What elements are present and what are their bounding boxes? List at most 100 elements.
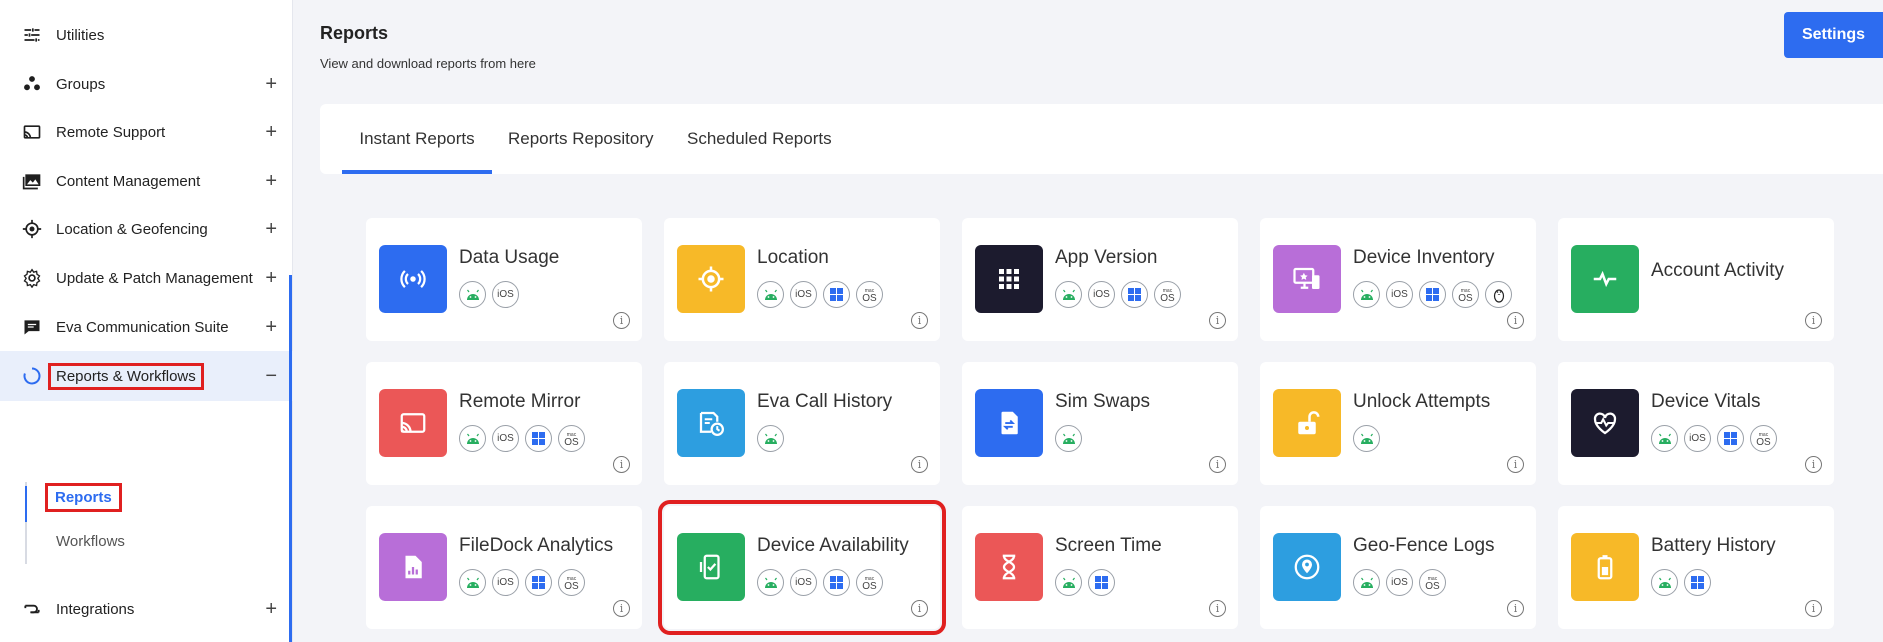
tab-instant-reports[interactable]: Instant Reports	[342, 104, 492, 174]
expand-icon[interactable]: +	[265, 317, 277, 337]
android-icon	[1055, 281, 1082, 308]
settings-button[interactable]: Settings	[1784, 12, 1883, 58]
expand-icon[interactable]: +	[265, 74, 277, 94]
macos-icon: mac OS	[1154, 281, 1181, 308]
windows-icon	[525, 569, 552, 596]
report-card[interactable]: Remote Mirror iOS mac OS i	[366, 362, 642, 485]
report-card[interactable]: App Version iOS mac OS i	[962, 218, 1238, 341]
submenu-active-indicator	[25, 486, 27, 522]
windows-icon	[1419, 281, 1446, 308]
info-icon[interactable]: i	[911, 600, 928, 617]
expand-icon[interactable]: +	[265, 268, 277, 288]
report-card-title: App Version	[1055, 247, 1158, 268]
info-icon[interactable]: i	[1209, 600, 1226, 617]
macos-icon: mac OS	[1750, 425, 1777, 452]
android-icon	[459, 281, 486, 308]
ios-icon: iOS	[790, 281, 817, 308]
android-icon	[757, 281, 784, 308]
report-card[interactable]: Geo-Fence Logs iOS mac OS i	[1260, 506, 1536, 629]
info-icon[interactable]: i	[1805, 456, 1822, 473]
expand-icon[interactable]: +	[265, 122, 277, 142]
images-icon	[21, 170, 43, 192]
report-card[interactable]: Device Vitals iOS mac OS i	[1558, 362, 1834, 485]
macos-icon: mac OS	[1452, 281, 1479, 308]
info-icon[interactable]: i	[1805, 312, 1822, 329]
info-icon[interactable]: i	[1805, 600, 1822, 617]
info-icon[interactable]: i	[613, 312, 630, 329]
report-card[interactable]: Unlock Attempts i	[1260, 362, 1536, 485]
expand-icon[interactable]: +	[265, 171, 277, 191]
sidebar-item-location-geofencing[interactable]: Location & Geofencing +	[0, 204, 293, 254]
report-card[interactable]: Screen Time i	[962, 506, 1238, 629]
report-card-title: Device Vitals	[1651, 391, 1761, 412]
ios-icon: iOS	[492, 281, 519, 308]
report-card[interactable]: Eva Call History i	[664, 362, 940, 485]
pulse-icon	[1571, 245, 1639, 313]
ios-icon: iOS	[1684, 425, 1711, 452]
info-icon[interactable]: i	[1507, 312, 1524, 329]
sidebar-subitem-workflows[interactable]: Workflows	[56, 533, 125, 550]
file-chart-icon	[379, 533, 447, 601]
sidebar-scrollbar[interactable]	[289, 275, 292, 642]
sidebar-item-eva-communication-suite[interactable]: Eva Communication Suite +	[0, 302, 293, 352]
expand-icon[interactable]: +	[265, 599, 277, 619]
info-icon[interactable]: i	[1209, 456, 1226, 473]
supported-platforms: iOS mac OS	[459, 569, 585, 596]
ios-icon: iOS	[1386, 569, 1413, 596]
battery-icon	[1571, 533, 1639, 601]
sidebar-item-update-patch-management[interactable]: Update & Patch Management +	[0, 253, 293, 303]
info-icon[interactable]: i	[613, 456, 630, 473]
report-card[interactable]: Device Availability iOS mac OS i	[658, 500, 946, 635]
android-icon	[1353, 425, 1380, 452]
windows-icon	[1121, 281, 1148, 308]
crosshair-icon	[677, 245, 745, 313]
unlock-icon	[1273, 389, 1341, 457]
supported-platforms: iOS mac OS	[1353, 569, 1446, 596]
sidebar-item-groups[interactable]: Groups +	[0, 59, 293, 109]
report-card[interactable]: FileDock Analytics iOS mac OS i	[366, 506, 642, 629]
supported-platforms: iOS mac OS	[1055, 281, 1181, 308]
expand-icon[interactable]: +	[265, 219, 277, 239]
circle-progress-icon	[21, 365, 43, 387]
sidebar-item-remote-support[interactable]: Remote Support +	[0, 107, 293, 157]
report-tabs: Instant Reports Reports Repository Sched…	[320, 104, 1883, 174]
report-card[interactable]: Device Inventory iOS mac OS i	[1260, 218, 1536, 341]
sidebar-item-integrations[interactable]: Integrations +	[0, 584, 293, 634]
report-card-title: Eva Call History	[757, 391, 893, 412]
supported-platforms: iOS mac OS	[1353, 281, 1512, 308]
info-icon[interactable]: i	[1507, 456, 1524, 473]
info-icon[interactable]: i	[1209, 312, 1226, 329]
sidebar-subitem-reports[interactable]: Reports	[45, 483, 122, 512]
report-card[interactable]: Account Activity i	[1558, 218, 1834, 341]
sidebar-item-utilities[interactable]: Utilities	[0, 10, 293, 60]
supported-platforms: iOS	[459, 281, 519, 308]
sidebar-item-content-management[interactable]: Content Management +	[0, 156, 293, 206]
android-icon	[1055, 425, 1082, 452]
groups-icon	[21, 73, 43, 95]
android-icon	[757, 569, 784, 596]
geofence-icon	[1273, 533, 1341, 601]
report-card[interactable]: Location iOS mac OS i	[664, 218, 940, 341]
supported-platforms: iOS mac OS	[757, 281, 883, 308]
tab-reports-repository[interactable]: Reports Repository	[508, 104, 654, 174]
report-card[interactable]: Sim Swaps i	[962, 362, 1238, 485]
ios-icon: iOS	[790, 569, 817, 596]
sidebar: Utilities Groups + Remote Support + Cont…	[0, 0, 293, 642]
info-icon[interactable]: i	[613, 600, 630, 617]
report-card-title: Device Availability	[757, 535, 909, 556]
report-card[interactable]: Battery History i	[1558, 506, 1834, 629]
supported-platforms	[1353, 425, 1380, 452]
info-icon[interactable]: i	[911, 456, 928, 473]
tab-scheduled-reports[interactable]: Scheduled Reports	[687, 104, 832, 174]
report-card[interactable]: Data Usage iOS i	[366, 218, 642, 341]
android-icon	[1651, 569, 1678, 596]
active-tab-underline	[342, 170, 492, 174]
info-icon[interactable]: i	[911, 312, 928, 329]
sidebar-item-reports-workflows[interactable]: Reports & Workflows −	[0, 351, 293, 401]
collapse-icon[interactable]: −	[265, 366, 277, 386]
macos-icon: mac OS	[558, 425, 585, 452]
info-icon[interactable]: i	[1507, 600, 1524, 617]
report-card-title: Account Activity	[1651, 260, 1785, 281]
sliders-icon	[21, 24, 43, 46]
windows-icon	[1717, 425, 1744, 452]
